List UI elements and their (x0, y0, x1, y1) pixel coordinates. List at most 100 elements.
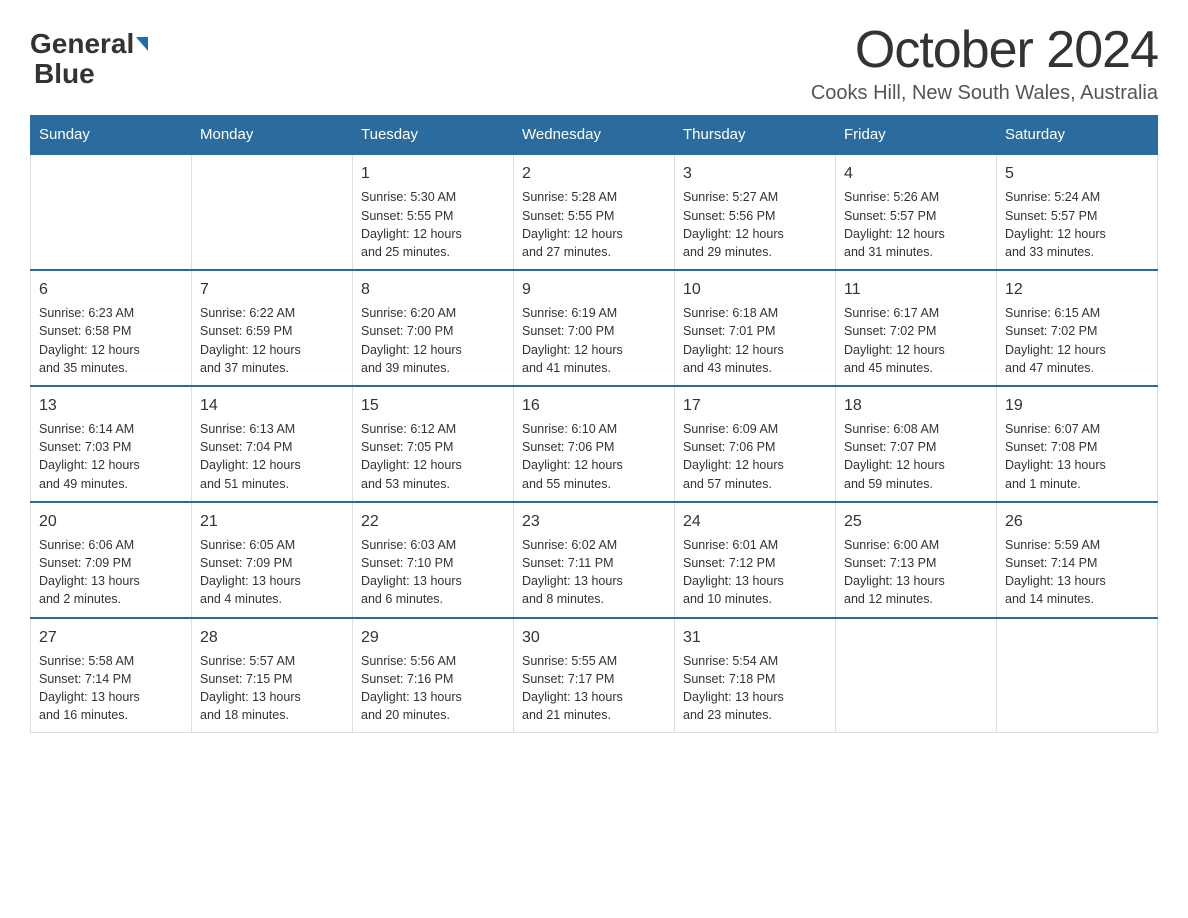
day-number: 20 (39, 511, 183, 533)
day-info: Sunrise: 5:27 AM Sunset: 5:56 PM Dayligh… (683, 188, 827, 261)
calendar-cell: 18 Sunrise: 6:08 AM Sunset: 7:07 PM Dayli… (836, 386, 997, 502)
day-info: Sunrise: 6:06 AM Sunset: 7:09 PM Dayligh… (39, 536, 183, 609)
calendar-cell: 26Sunrise: 5:59 AM Sunset: 7:14 PM Dayli… (997, 502, 1158, 618)
calendar-cell: 25 Sunrise: 6:00 AM Sunset: 7:13 PM Dayli… (836, 502, 997, 618)
day-number: 1 (361, 163, 505, 185)
day-number: 10 (683, 279, 827, 301)
calendar-cell: 30 Sunrise: 5:55 AM Sunset: 7:17 PM Dayli… (514, 618, 675, 733)
day-info: Sunrise: 6:15 AM Sunset: 7:02 PM Dayligh… (1005, 304, 1149, 377)
day-info: Sunrise: 6:13 AM Sunset: 7:04 PM Dayligh… (200, 420, 344, 493)
calendar-week-row: 27Sunrise: 5:58 AM Sunset: 7:14 PM Dayli… (31, 618, 1158, 733)
calendar-cell: 4 Sunrise: 5:26 AM Sunset: 5:57 PM Daylig… (836, 154, 997, 270)
calendar-cell: 16 Sunrise: 6:10 AM Sunset: 7:06 PM Dayli… (514, 386, 675, 502)
title-section: October 2024 Cooks Hill, New South Wales… (811, 20, 1158, 105)
calendar-header-saturday: Saturday (997, 116, 1158, 155)
day-number: 29 (361, 627, 505, 649)
day-info: Sunrise: 5:24 AM Sunset: 5:57 PM Dayligh… (1005, 188, 1149, 261)
day-info: Sunrise: 6:03 AM Sunset: 7:10 PM Dayligh… (361, 536, 505, 609)
calendar-cell: 12 Sunrise: 6:15 AM Sunset: 7:02 PM Dayli… (997, 270, 1158, 386)
calendar-cell: 19 Sunrise: 6:07 AM Sunset: 7:08 PM Dayli… (997, 386, 1158, 502)
day-info: Sunrise: 5:58 AM Sunset: 7:14 PM Dayligh… (39, 652, 183, 725)
day-info: Sunrise: 6:07 AM Sunset: 7:08 PM Dayligh… (1005, 420, 1149, 493)
day-info: Sunrise: 6:19 AM Sunset: 7:00 PM Dayligh… (522, 304, 666, 377)
calendar-cell: 17Sunrise: 6:09 AM Sunset: 7:06 PM Dayli… (675, 386, 836, 502)
day-number: 28 (200, 627, 344, 649)
day-info: Sunrise: 6:00 AM Sunset: 7:13 PM Dayligh… (844, 536, 988, 609)
day-number: 31 (683, 627, 827, 649)
calendar-header-sunday: Sunday (31, 116, 192, 155)
day-number: 11 (844, 279, 988, 301)
calendar-cell (997, 618, 1158, 733)
calendar-cell: 11 Sunrise: 6:17 AM Sunset: 7:02 PM Dayli… (836, 270, 997, 386)
calendar-week-row: 20 Sunrise: 6:06 AM Sunset: 7:09 PM Dayli… (31, 502, 1158, 618)
day-info: Sunrise: 6:01 AM Sunset: 7:12 PM Dayligh… (683, 536, 827, 609)
calendar-cell: 8 Sunrise: 6:20 AM Sunset: 7:00 PM Daylig… (353, 270, 514, 386)
day-number: 21 (200, 511, 344, 533)
day-info: Sunrise: 6:10 AM Sunset: 7:06 PM Dayligh… (522, 420, 666, 493)
calendar-week-row: 6Sunrise: 6:23 AM Sunset: 6:58 PM Daylig… (31, 270, 1158, 386)
calendar-cell: 29 Sunrise: 5:56 AM Sunset: 7:16 PM Dayli… (353, 618, 514, 733)
calendar-cell: 31 Sunrise: 5:54 AM Sunset: 7:18 PM Dayli… (675, 618, 836, 733)
calendar-header-friday: Friday (836, 116, 997, 155)
calendar-cell (192, 154, 353, 270)
day-number: 24 (683, 511, 827, 533)
day-info: Sunrise: 5:26 AM Sunset: 5:57 PM Dayligh… (844, 188, 988, 261)
calendar-cell: 3 Sunrise: 5:27 AM Sunset: 5:56 PM Daylig… (675, 154, 836, 270)
calendar-header-monday: Monday (192, 116, 353, 155)
day-number: 25 (844, 511, 988, 533)
day-number: 2 (522, 163, 666, 185)
calendar-cell: 9Sunrise: 6:19 AM Sunset: 7:00 PM Daylig… (514, 270, 675, 386)
day-info: Sunrise: 6:05 AM Sunset: 7:09 PM Dayligh… (200, 536, 344, 609)
calendar-week-row: 1Sunrise: 5:30 AM Sunset: 5:55 PM Daylig… (31, 154, 1158, 270)
calendar-cell: 22Sunrise: 6:03 AM Sunset: 7:10 PM Dayli… (353, 502, 514, 618)
day-info: Sunrise: 6:14 AM Sunset: 7:03 PM Dayligh… (39, 420, 183, 493)
day-info: Sunrise: 6:23 AM Sunset: 6:58 PM Dayligh… (39, 304, 183, 377)
calendar-table: SundayMondayTuesdayWednesdayThursdayFrid… (30, 115, 1158, 733)
calendar-cell: 14 Sunrise: 6:13 AM Sunset: 7:04 PM Dayli… (192, 386, 353, 502)
calendar-cell (31, 154, 192, 270)
calendar-header-wednesday: Wednesday (514, 116, 675, 155)
calendar-cell: 13 Sunrise: 6:14 AM Sunset: 7:03 PM Dayli… (31, 386, 192, 502)
day-info: Sunrise: 5:56 AM Sunset: 7:16 PM Dayligh… (361, 652, 505, 725)
calendar-cell: 24 Sunrise: 6:01 AM Sunset: 7:12 PM Dayli… (675, 502, 836, 618)
day-info: Sunrise: 5:55 AM Sunset: 7:17 PM Dayligh… (522, 652, 666, 725)
day-number: 15 (361, 395, 505, 417)
calendar-cell: 28 Sunrise: 5:57 AM Sunset: 7:15 PM Dayli… (192, 618, 353, 733)
day-number: 8 (361, 279, 505, 301)
day-number: 13 (39, 395, 183, 417)
logo-triangle-icon (136, 37, 148, 51)
day-number: 4 (844, 163, 988, 185)
day-number: 16 (522, 395, 666, 417)
day-number: 18 (844, 395, 988, 417)
calendar-header-tuesday: Tuesday (353, 116, 514, 155)
day-number: 5 (1005, 163, 1149, 185)
logo: General Blue (30, 20, 148, 88)
calendar-cell (836, 618, 997, 733)
calendar-cell: 6Sunrise: 6:23 AM Sunset: 6:58 PM Daylig… (31, 270, 192, 386)
day-number: 14 (200, 395, 344, 417)
day-info: Sunrise: 6:20 AM Sunset: 7:00 PM Dayligh… (361, 304, 505, 377)
day-number: 3 (683, 163, 827, 185)
subtitle: Cooks Hill, New South Wales, Australia (811, 82, 1158, 105)
calendar-header-row: SundayMondayTuesdayWednesdayThursdayFrid… (31, 116, 1158, 155)
page-header: General Blue October 2024 Cooks Hill, Ne… (30, 20, 1158, 105)
calendar-cell: 10Sunrise: 6:18 AM Sunset: 7:01 PM Dayli… (675, 270, 836, 386)
calendar-cell: 2 Sunrise: 5:28 AM Sunset: 5:55 PM Daylig… (514, 154, 675, 270)
day-info: Sunrise: 6:22 AM Sunset: 6:59 PM Dayligh… (200, 304, 344, 377)
day-number: 12 (1005, 279, 1149, 301)
calendar-cell: 15Sunrise: 6:12 AM Sunset: 7:05 PM Dayli… (353, 386, 514, 502)
day-info: Sunrise: 6:02 AM Sunset: 7:11 PM Dayligh… (522, 536, 666, 609)
day-info: Sunrise: 5:28 AM Sunset: 5:55 PM Dayligh… (522, 188, 666, 261)
day-info: Sunrise: 6:08 AM Sunset: 7:07 PM Dayligh… (844, 420, 988, 493)
calendar-cell: 20 Sunrise: 6:06 AM Sunset: 7:09 PM Dayli… (31, 502, 192, 618)
calendar-cell: 5 Sunrise: 5:24 AM Sunset: 5:57 PM Daylig… (997, 154, 1158, 270)
main-title: October 2024 (811, 20, 1158, 80)
day-info: Sunrise: 5:57 AM Sunset: 7:15 PM Dayligh… (200, 652, 344, 725)
day-info: Sunrise: 6:17 AM Sunset: 7:02 PM Dayligh… (844, 304, 988, 377)
day-number: 30 (522, 627, 666, 649)
day-number: 19 (1005, 395, 1149, 417)
day-info: Sunrise: 5:54 AM Sunset: 7:18 PM Dayligh… (683, 652, 827, 725)
day-info: Sunrise: 5:59 AM Sunset: 7:14 PM Dayligh… (1005, 536, 1149, 609)
calendar-cell: 21 Sunrise: 6:05 AM Sunset: 7:09 PM Dayli… (192, 502, 353, 618)
calendar-cell: 1Sunrise: 5:30 AM Sunset: 5:55 PM Daylig… (353, 154, 514, 270)
